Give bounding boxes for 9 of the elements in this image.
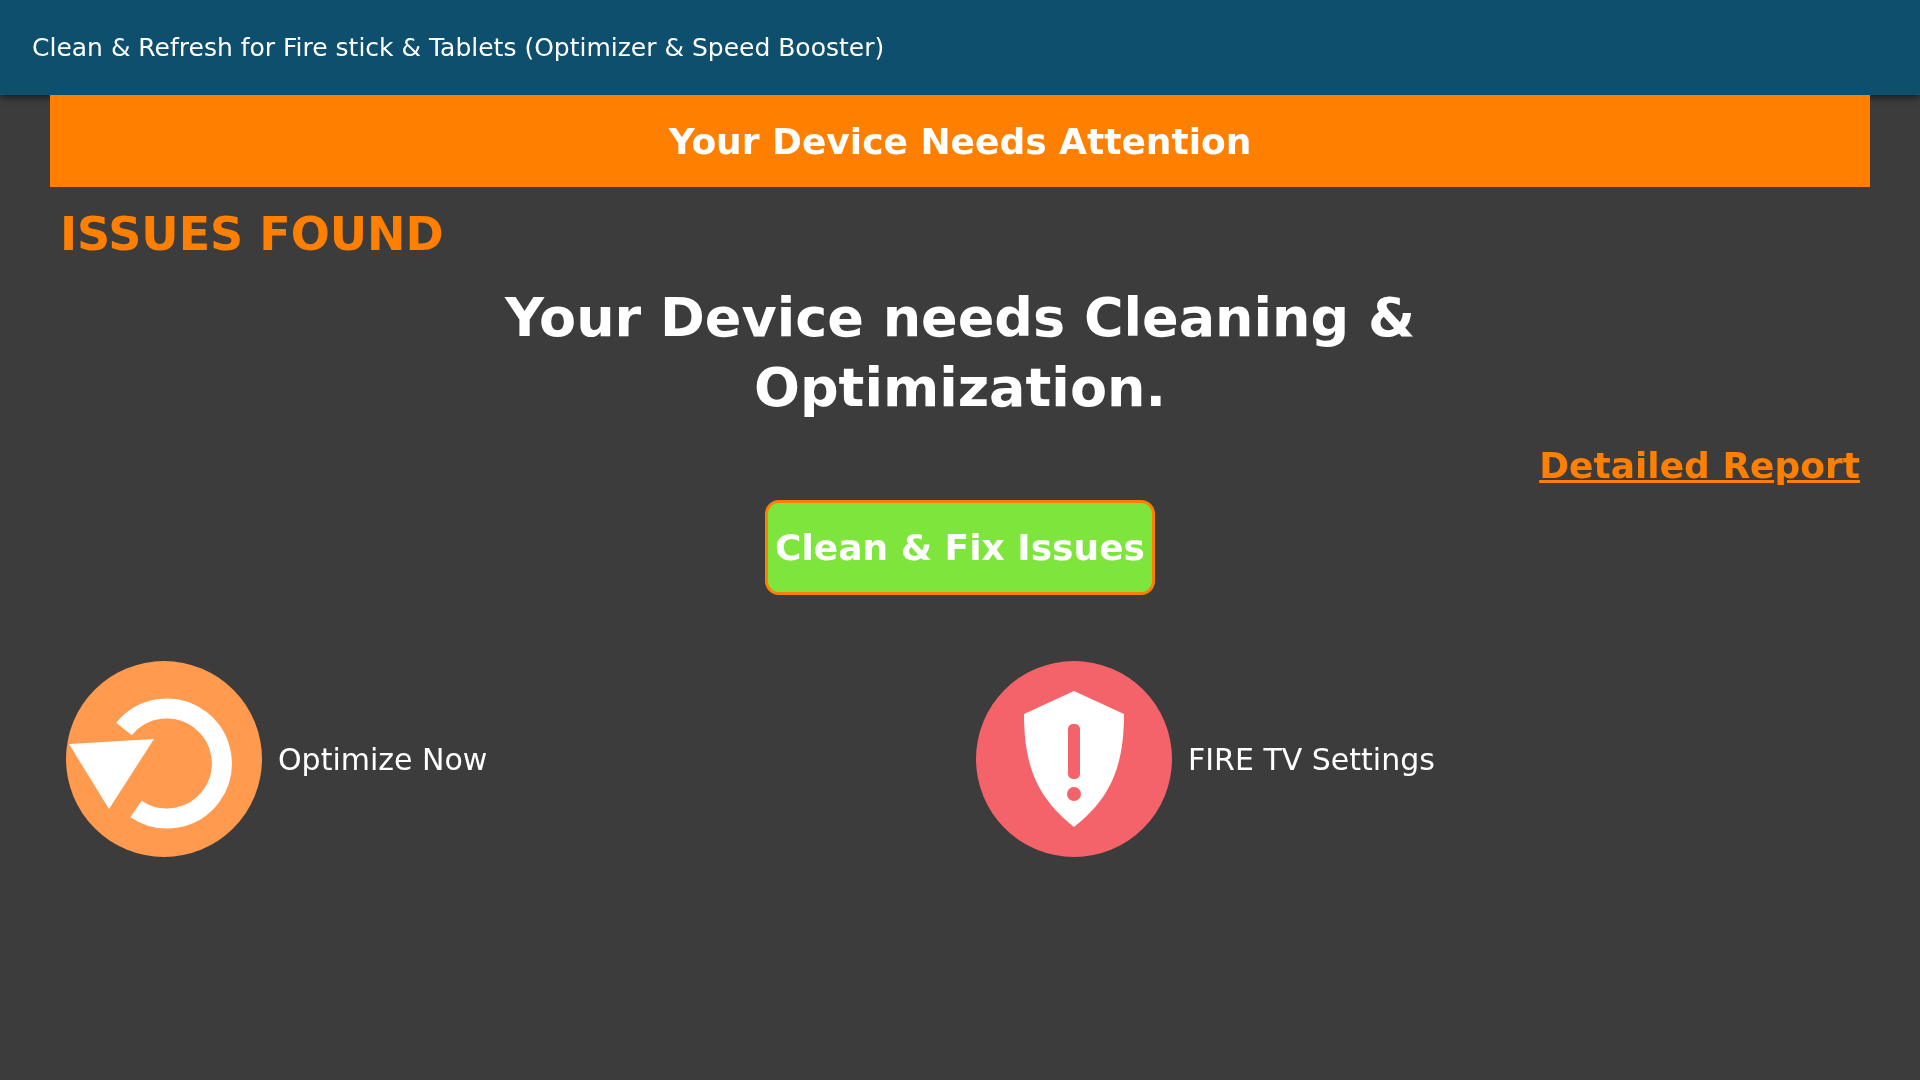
- refresh-icon[interactable]: [64, 659, 264, 859]
- shield-alert-icon[interactable]: [974, 659, 1174, 859]
- issues-heading: ISSUES FOUND: [60, 207, 445, 261]
- shortcut-label[interactable]: Optimize Now: [278, 741, 488, 777]
- status-message: Your Device needs Cleaning & Optimization.: [503, 285, 1417, 421]
- attention-banner: Your Device Needs Attention: [50, 95, 1870, 187]
- window-title: Clean & Refresh for Fire stick & Tablets (Optimizer & Speed Booster): [32, 33, 885, 62]
- shortcut-label[interactable]: FIRE TV Settings: [1188, 741, 1435, 777]
- detailed-report-link[interactable]: Detailed Report: [1539, 445, 1860, 486]
